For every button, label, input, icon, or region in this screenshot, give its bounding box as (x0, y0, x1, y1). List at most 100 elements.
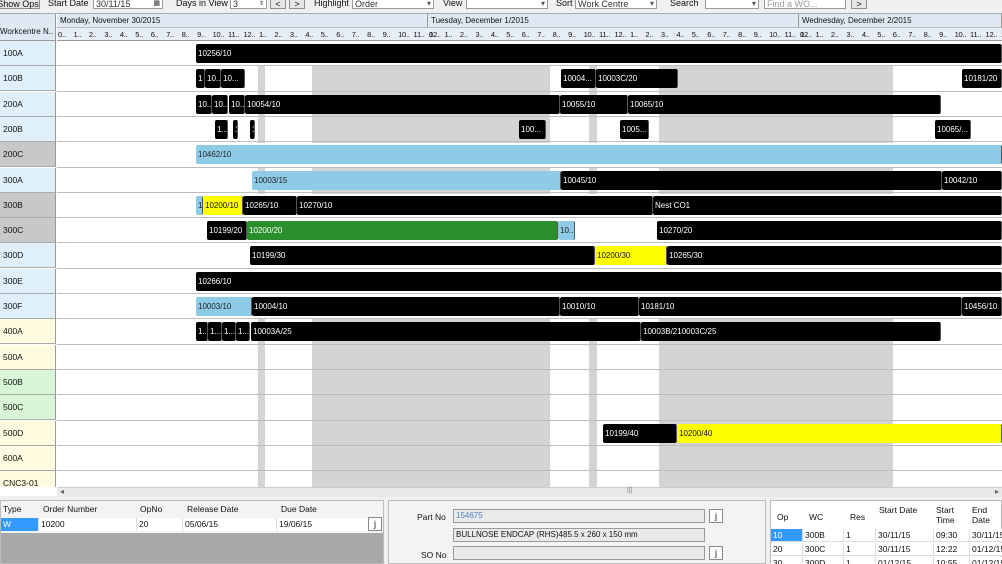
work-order-bar[interactable]: 1 (233, 120, 238, 139)
view-select[interactable] (466, 0, 548, 10)
workcentre-300a[interactable]: 300A (0, 168, 56, 193)
work-order-bar[interactable]: 10200/20 (247, 221, 558, 240)
work-order-bar[interactable]: 1 (196, 196, 203, 215)
highlight-select[interactable]: Order (352, 0, 434, 10)
work-order-bar[interactable]: 10004... (561, 69, 596, 88)
scroll-thumb[interactable]: ||| (627, 487, 632, 494)
search-select[interactable] (705, 0, 759, 10)
work-order-bar[interactable]: 1... (208, 322, 222, 341)
workcentre-500c[interactable]: 500C (0, 395, 56, 420)
work-order-bar[interactable]: 10... (229, 95, 245, 114)
ops-col-start-date[interactable]: Start Date (879, 505, 919, 515)
ops-col-res[interactable]: Res (850, 512, 865, 522)
work-order-bar[interactable]: 10270/10 (297, 196, 653, 215)
work-order-bar[interactable]: 10265/10 (243, 196, 297, 215)
scroll-right-icon[interactable]: ▸ (995, 487, 999, 496)
work-order-bar[interactable]: 1... (215, 120, 228, 139)
work-order-bar[interactable]: 1005... (620, 120, 649, 139)
workcentre-cnc3-01[interactable]: CNC3-01 (0, 471, 56, 487)
work-order-bar[interactable]: 10003/15 (252, 171, 561, 190)
col-due-date[interactable]: Due Date (281, 504, 317, 514)
workcentre-300f[interactable]: 300F (0, 294, 56, 319)
work-order-bar[interactable]: 10265/30 (667, 246, 1002, 265)
work-order-bar[interactable]: 10266/10 (196, 272, 1002, 291)
work-order-bar[interactable]: 10462/10 (196, 145, 1002, 164)
col-opno[interactable]: OpNo (140, 504, 162, 514)
work-order-bar[interactable]: 10042/10 (942, 171, 1002, 190)
work-order-bar[interactable]: 10054/10 (245, 95, 560, 114)
col-release-date[interactable]: Release Date (187, 504, 239, 514)
work-order-bar[interactable]: 10200/30 (595, 246, 667, 265)
work-order-bar[interactable]: 10181/20 (962, 69, 1002, 88)
work-order-bar[interactable]: Nest CO1 (653, 196, 1002, 215)
workcentre-column-header[interactable]: Workcentre N.. (0, 14, 56, 41)
work-order-bar[interactable]: 10456/10 (962, 297, 1002, 316)
workcentre-300c[interactable]: 300C (0, 218, 56, 243)
workcentre-100b[interactable]: 100B (0, 66, 56, 91)
so-no-field[interactable] (453, 546, 705, 560)
days-in-view-spinner[interactable]: 3 ⇕ (230, 0, 267, 9)
work-order-bar[interactable]: 10065/... (935, 120, 971, 139)
work-order-bar[interactable]: 10199/20 (207, 221, 247, 240)
work-order-bar[interactable]: 10010/10 (560, 297, 639, 316)
work-order-bar[interactable]: 10065/10 (628, 95, 941, 114)
work-order-bar[interactable]: 1... (222, 322, 236, 341)
work-order-bar[interactable]: 1... (196, 322, 208, 341)
start-date-picker[interactable]: 30/11/15 ▦ (93, 0, 163, 9)
sort-select[interactable]: Work Centre (575, 0, 657, 10)
non-working-time (659, 395, 893, 421)
col-type[interactable]: Type (3, 504, 21, 514)
work-order-bar[interactable]: 10003A/25 (251, 322, 641, 341)
work-order-bar[interactable]: 10003/10 (196, 297, 252, 316)
work-order-bar[interactable]: 10199/40 (603, 424, 677, 443)
workcentre-500b[interactable]: 500B (0, 370, 56, 395)
workcentre-300b[interactable]: 300B (0, 193, 56, 218)
work-order-bar[interactable]: 10003B/210003C/25 (641, 322, 941, 341)
workcentre-500a[interactable]: 500A (0, 345, 56, 370)
work-order-bar[interactable]: 10.. (205, 69, 221, 88)
ops-col-wc[interactable]: WC (809, 512, 823, 522)
workcentre-200b[interactable]: 200B (0, 117, 56, 142)
workcentre-400a[interactable]: 400A (0, 319, 56, 344)
workcentre-100a[interactable]: 100A (0, 41, 56, 66)
work-order-bar[interactable]: 10003C/20 (596, 69, 678, 88)
work-order-bar[interactable]: 10256/10 (196, 44, 1002, 63)
work-order-bar[interactable]: 10055/10 (560, 95, 628, 114)
work-order-bar[interactable]: 10045/10 (561, 171, 942, 190)
so-lookup-button[interactable]: j (709, 546, 723, 560)
work-order-bar[interactable]: 10... (221, 69, 245, 88)
part-lookup-button[interactable]: j (709, 509, 723, 523)
workcentre-600a[interactable]: 600A (0, 446, 56, 471)
order-open-button[interactable]: j (368, 517, 382, 531)
next-day-button[interactable]: > (289, 0, 305, 9)
find-wo-button[interactable]: > (851, 0, 867, 9)
horizontal-scrollbar[interactable]: ◂ ||| ▸ (57, 487, 1002, 497)
ops-col-start-time[interactable]: Start Time (936, 505, 964, 525)
work-order-bar[interactable]: 10004/10 (252, 297, 560, 316)
work-order-bar[interactable]: 1 (196, 69, 205, 88)
work-order-bar[interactable]: 10200/40 (677, 424, 1002, 443)
workcentre-200c[interactable]: 200C (0, 142, 56, 167)
work-order-bar[interactable]: 1 (250, 120, 255, 139)
work-order-bar[interactable]: 10... (558, 221, 575, 240)
work-order-bar[interactable]: 10181/10 (639, 297, 962, 316)
work-order-bar[interactable]: 1... (236, 322, 250, 341)
prev-day-button[interactable]: < (270, 0, 286, 9)
ops-col-op[interactable]: Op (777, 512, 788, 522)
work-order-bar[interactable]: 10200/10 (203, 196, 243, 215)
work-order-bar[interactable]: 10199/30 (250, 246, 595, 265)
scroll-left-icon[interactable]: ◂ (60, 487, 64, 496)
workcentre-200a[interactable]: 200A (0, 92, 56, 117)
work-order-bar[interactable]: 10... (196, 95, 212, 114)
workcentre-300d[interactable]: 300D (0, 243, 56, 268)
col-order-number[interactable]: Order Number (43, 504, 97, 514)
show-ops-button[interactable]: Show Ops (0, 0, 40, 9)
work-order-bar[interactable]: 100... (519, 120, 546, 139)
ops-col-end-date[interactable]: End Date (972, 505, 1000, 525)
workcentre-500d[interactable]: 500D (0, 421, 56, 446)
work-order-bar[interactable]: 10270/20 (657, 221, 1002, 240)
workcentre-300e[interactable]: 300E (0, 269, 56, 294)
part-no-field[interactable]: 154675 (453, 509, 705, 523)
find-wo-input[interactable]: Find a WO... (764, 0, 846, 9)
work-order-bar[interactable]: 10... (212, 95, 228, 114)
